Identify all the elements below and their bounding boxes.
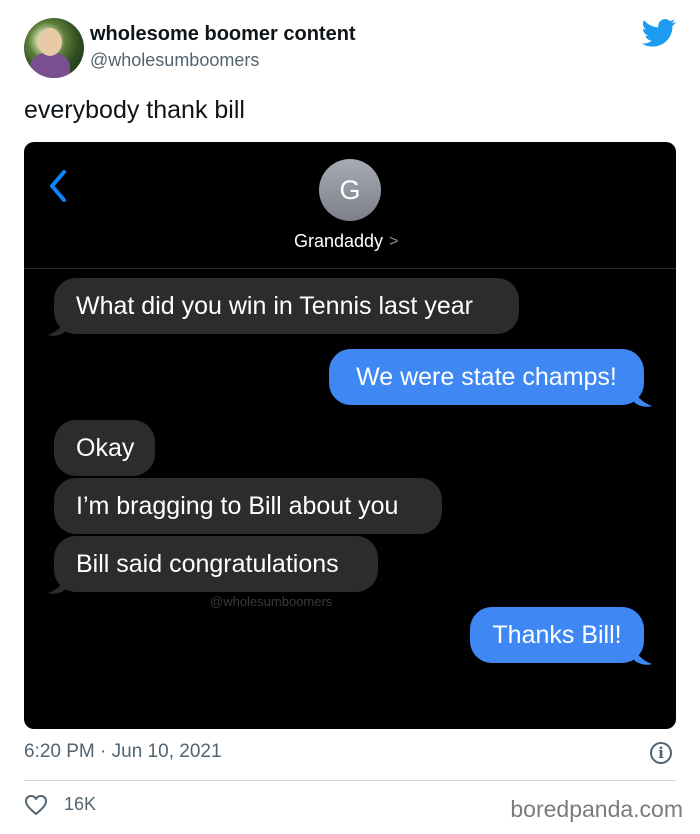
bubble-tail-outgoing [634, 650, 652, 665]
message-bubble-outgoing: Thanks Bill! [470, 607, 644, 663]
message-bubble-outgoing: We were state champs! [329, 349, 644, 405]
source-credit: boredpanda.com [510, 796, 683, 822]
tweet-timestamp[interactable]: 6:20 PM · Jun 10, 2021 [24, 741, 222, 763]
chevron-right-icon: > [389, 232, 399, 250]
back-chevron-icon [50, 170, 66, 202]
contact-name-label: Grandaddy [294, 231, 384, 251]
message-bubble-incoming: What did you win in Tennis last year [54, 278, 519, 334]
contact-avatar: G [319, 159, 381, 221]
tweet-media-screenshot[interactable]: G Grandaddy > What did you win in Tennis… [24, 142, 676, 729]
heart-icon[interactable] [24, 794, 48, 816]
bubble-tail-incoming [48, 321, 66, 336]
author-display-name[interactable]: wholesome boomer content [90, 23, 356, 46]
contact-name: Grandaddy > [294, 231, 398, 252]
bubble-tail-incoming [48, 579, 66, 594]
like-count: 16K [64, 794, 97, 814]
footer-divider [24, 780, 676, 781]
author-handle[interactable]: @wholesumboomers [90, 50, 259, 71]
avatar-face-shape [38, 28, 62, 56]
screenshot-watermark: @wholesumboomers [210, 594, 333, 609]
message-bubble-incoming: Bill said congratulations [54, 536, 378, 592]
bubble-tail-outgoing [634, 392, 652, 407]
tweet-text: everybody thank bill [24, 96, 245, 124]
message-bubble-incoming: I’m bragging to Bill about you [54, 478, 442, 534]
message-bubble-incoming: Okay [54, 420, 155, 476]
conversation-header-divider [24, 268, 676, 269]
twitter-bird-icon[interactable] [642, 18, 676, 48]
author-avatar[interactable] [24, 18, 84, 78]
info-icon[interactable]: i [650, 742, 672, 764]
